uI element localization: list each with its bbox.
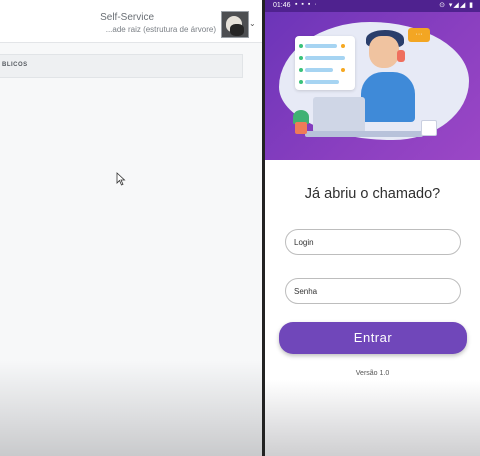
- profile-name[interactable]: Self-Service: [100, 12, 154, 23]
- agent-head: [369, 36, 399, 68]
- agent-body: [361, 72, 415, 122]
- login-button[interactable]: Entrar: [279, 322, 467, 354]
- mouse-pointer-icon: [116, 172, 126, 191]
- login-question: Já abriu o chamado?: [304, 186, 441, 202]
- blur-overlay: [265, 380, 480, 456]
- web-app-pane: Self-Service ...ade raiz (estrutura de á…: [0, 0, 262, 456]
- user-avatar[interactable]: [221, 11, 249, 38]
- laptop-icon: [313, 97, 365, 133]
- checklist-card-illustration: [295, 36, 355, 90]
- mobile-app-pane: 01:46 ▪ ▪ ▪ · ⊙ ▾◢◢ ▮ ··· Já abriu o cha…: [265, 0, 480, 456]
- plant-pot: [295, 122, 307, 134]
- app-header: Self-Service ...ade raiz (estrutura de á…: [0, 0, 262, 43]
- status-time: 01:46: [273, 2, 291, 9]
- status-bar: 01:46 ▪ ▪ ▪ · ⊙ ▾◢◢ ▮: [265, 0, 480, 12]
- password-input[interactable]: [285, 278, 461, 304]
- mug-icon: [421, 120, 437, 136]
- login-input[interactable]: [285, 229, 461, 255]
- headset-icon: [397, 50, 405, 62]
- hero-illustration: 01:46 ▪ ▪ ▪ · ⊙ ▾◢◢ ▮ ···: [265, 0, 480, 160]
- section-header[interactable]: BLICOS: [0, 54, 243, 78]
- system-icons: ⊙ ▾◢◢ ▮: [439, 2, 474, 9]
- chevron-down-icon[interactable]: ⌄: [249, 19, 256, 28]
- desk: [305, 131, 423, 137]
- chat-bubble-icon: ···: [408, 28, 430, 42]
- version-label: Versão 1.0: [355, 370, 390, 377]
- notification-icons: ▪ ▪ ▪ ·: [295, 1, 318, 8]
- section-label: BLICOS: [2, 62, 28, 68]
- blur-overlay: [0, 360, 262, 456]
- entity-label[interactable]: ...ade raiz (estrutura de árvore): [106, 25, 216, 34]
